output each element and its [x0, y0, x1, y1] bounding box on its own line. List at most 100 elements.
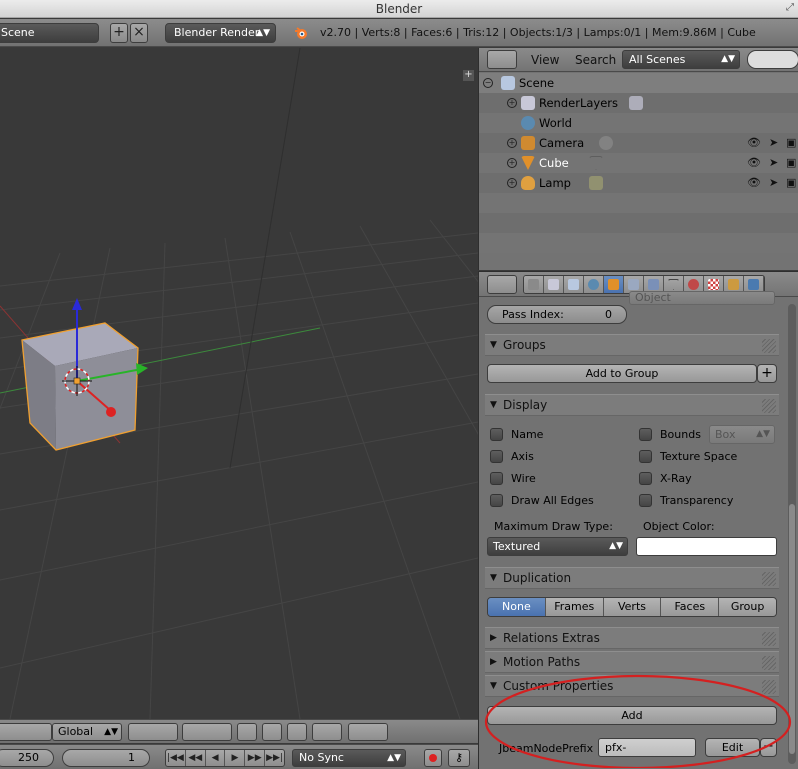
expand-icon[interactable]: +	[507, 98, 517, 108]
next-keyframe-icon[interactable]: ▶▶	[245, 750, 266, 766]
visibility-eye-icon[interactable]: 👁	[747, 156, 761, 169]
collapse-icon[interactable]: −	[483, 78, 493, 88]
panel-display-header[interactable]: Display	[485, 394, 779, 416]
object-color-swatch[interactable]	[636, 537, 777, 556]
dup-option-frames[interactable]: Frames	[545, 598, 604, 616]
checkbox-x-ray[interactable]: X-Ray	[639, 472, 692, 485]
prev-keyframe-icon[interactable]: ◀◀	[186, 750, 206, 766]
render-engine-dropdown[interactable]: Blender Render ▲▼	[165, 23, 276, 43]
selectable-cursor-icon[interactable]: ➤	[769, 156, 778, 169]
layers-group-b[interactable]	[182, 723, 232, 741]
bounds-type-dropdown[interactable]: Box ▲▼	[709, 425, 775, 444]
add-group-plus-icon[interactable]: +	[757, 364, 777, 383]
dup-option-none[interactable]: None	[488, 598, 546, 616]
end-frame-field[interactable]: 250	[0, 749, 54, 767]
checkbox-box[interactable]	[639, 450, 652, 463]
visibility-eye-icon[interactable]: 👁	[747, 176, 761, 189]
drag-grip-icon[interactable]	[762, 399, 776, 413]
lock-layers-icon[interactable]	[237, 723, 257, 741]
checkbox-texture-space[interactable]: Texture Space	[639, 450, 737, 463]
add-custom-property-button[interactable]: Add	[487, 706, 777, 725]
editor-type-icon[interactable]	[487, 275, 517, 294]
viewport-toolshelf-toggle-icon[interactable]: +	[463, 70, 474, 81]
checkbox-box[interactable]	[490, 472, 503, 485]
checkbox-box[interactable]	[639, 428, 652, 441]
record-icon[interactable]	[424, 749, 442, 767]
expand-icon[interactable]: +	[507, 138, 517, 148]
3d-viewport[interactable]: +	[0, 48, 478, 719]
dup-option-verts[interactable]: Verts	[603, 598, 662, 616]
outliner-menu-search[interactable]: Search	[575, 53, 616, 67]
renderable-camera-icon[interactable]: ▣	[786, 156, 796, 169]
layers-group-a[interactable]	[128, 723, 178, 741]
outliner-search-input[interactable]	[747, 50, 798, 69]
transform-orientation-dropdown[interactable]: Global ▲▼	[52, 723, 122, 741]
properties-scrollbar[interactable]	[788, 304, 796, 764]
scene-tab-icon[interactable]	[564, 276, 584, 293]
object-tab-icon[interactable]	[604, 276, 624, 293]
jump-end-icon[interactable]: ▶▶|	[265, 750, 284, 766]
sync-mode-dropdown[interactable]: No Sync ▲▼	[292, 749, 406, 767]
current-frame-field[interactable]: 1	[62, 749, 150, 767]
pass-index-field[interactable]: Pass Index: 0	[487, 305, 627, 324]
max-draw-type-dropdown[interactable]: Textured ▲▼	[487, 537, 628, 556]
drag-grip-icon[interactable]	[762, 572, 776, 586]
checkbox-wire[interactable]: Wire	[490, 472, 536, 485]
expand-icon[interactable]: +	[507, 158, 517, 168]
renderlayers-tab-icon[interactable]	[544, 276, 564, 293]
outliner-menu-view[interactable]: View	[531, 53, 559, 67]
outliner-row-scene[interactable]: − Scene	[479, 73, 798, 93]
scene-selector[interactable]: Scene	[0, 23, 99, 43]
checkbox-name[interactable]: Name	[490, 428, 543, 441]
play-icon[interactable]: ▶	[225, 750, 246, 766]
opengl-render-icon[interactable]	[348, 723, 388, 741]
checkbox-axis[interactable]: Axis	[490, 450, 534, 463]
outliner-row-camera[interactable]: + Camera 👁 ➤ ▣	[479, 133, 798, 153]
selectable-cursor-icon[interactable]: ➤	[769, 176, 778, 189]
panel-motion-paths-header[interactable]: Motion Paths	[485, 651, 779, 673]
remove-scene-icon[interactable]: ×	[130, 23, 148, 43]
drag-grip-icon[interactable]	[762, 680, 776, 694]
fullscreen-icon[interactable]: ⤢	[786, 2, 794, 13]
panel-custom-properties-header[interactable]: Custom Properties	[485, 675, 779, 697]
dup-option-faces[interactable]: Faces	[661, 598, 720, 616]
outliner-row-lamp[interactable]: + Lamp 👁 ➤ ▣	[479, 173, 798, 193]
add-scene-icon[interactable]: +	[110, 23, 128, 43]
visibility-eye-icon[interactable]: 👁	[747, 136, 761, 149]
clipped-dropdown[interactable]: Object	[629, 291, 775, 305]
add-to-group-button[interactable]: Add to Group	[487, 364, 757, 383]
checkbox-bounds[interactable]: Bounds	[639, 428, 701, 441]
snap-toggle-icon[interactable]	[287, 723, 307, 741]
outliner-display-mode-dropdown[interactable]: All Scenes ▲▼	[622, 50, 740, 69]
renderable-camera-icon[interactable]: ▣	[786, 136, 796, 149]
renderable-camera-icon[interactable]: ▣	[786, 176, 796, 189]
drag-grip-icon[interactable]	[762, 339, 776, 353]
remove-custom-property-icon[interactable]: −	[760, 738, 777, 757]
panel-duplication-header[interactable]: Duplication	[485, 567, 779, 589]
editor-type-icon[interactable]	[487, 50, 517, 69]
keying-set-icon[interactable]: ⚷	[448, 749, 470, 767]
outliner-row-world[interactable]: World	[479, 113, 798, 133]
panel-groups-header[interactable]: Groups	[485, 334, 779, 356]
proportional-edit-icon[interactable]	[262, 723, 282, 741]
expand-icon[interactable]: +	[507, 178, 517, 188]
play-reverse-icon[interactable]: ◀	[206, 750, 226, 766]
checkbox-box[interactable]	[490, 494, 503, 507]
panel-relations-extras-header[interactable]: Relations Extras	[485, 627, 779, 649]
jump-start-icon[interactable]: |◀◀	[166, 750, 186, 766]
custom-property-value-input[interactable]: pfx-	[598, 738, 696, 757]
checkbox-box[interactable]	[639, 472, 652, 485]
drag-grip-icon[interactable]	[762, 656, 776, 670]
render-tab-icon[interactable]	[524, 276, 544, 293]
manipulator-toggle-group[interactable]	[0, 723, 52, 741]
outliner-row-renderlayers[interactable]: + RenderLayers	[479, 93, 798, 113]
checkbox-transparency[interactable]: Transparency	[639, 494, 733, 507]
snap-element-dropdown[interactable]	[312, 723, 342, 741]
outliner-row-cube[interactable]: + Cube 👁 ➤ ▣	[479, 153, 798, 173]
checkbox-box[interactable]	[639, 494, 652, 507]
checkbox-box[interactable]	[490, 450, 503, 463]
drag-grip-icon[interactable]	[762, 632, 776, 646]
world-tab-icon[interactable]	[584, 276, 604, 293]
selectable-cursor-icon[interactable]: ➤	[769, 136, 778, 149]
edit-custom-property-button[interactable]: Edit	[705, 738, 760, 757]
